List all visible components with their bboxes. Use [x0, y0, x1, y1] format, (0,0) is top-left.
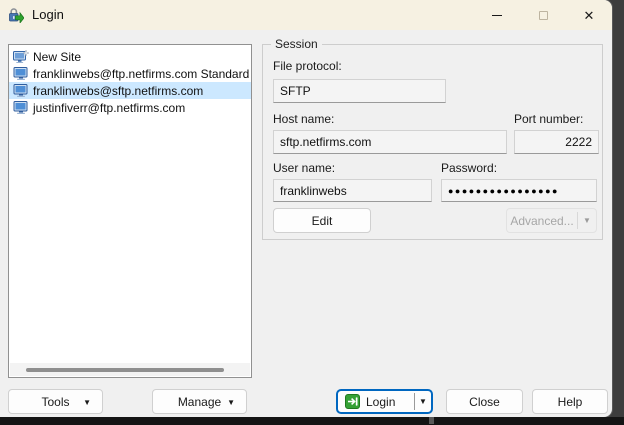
manage-dropdown-icon: ▼: [227, 398, 235, 407]
window-controls: ✕: [474, 0, 612, 30]
site-icon: [13, 84, 29, 98]
site-list-item-franklinwebs-ftp[interactable]: franklinwebs@ftp.netfirms.com Standard F…: [9, 65, 251, 82]
edit-button[interactable]: Edit: [273, 208, 371, 233]
close-button[interactable]: ✕: [566, 0, 612, 30]
screen-backdrop: Login ✕ New Site: [0, 0, 624, 425]
password-label: Password:: [441, 161, 497, 175]
login-dialog: Login ✕ New Site: [0, 0, 612, 417]
login-button-label: Login: [366, 395, 414, 409]
host-name-label: Host name:: [273, 112, 334, 126]
session-group: Session File protocol: SFTP Host name: s…: [262, 44, 603, 240]
host-name-field[interactable]: sftp.netfirms.com: [273, 130, 507, 154]
host-name-value: sftp.netfirms.com: [280, 135, 371, 149]
user-name-label: User name:: [273, 161, 335, 175]
site-list-item-justinfiverr-ftp[interactable]: justinfiverr@ftp.netfirms.com: [9, 99, 251, 116]
login-dropdown-icon[interactable]: ▼: [415, 397, 431, 406]
user-name-value: franklinwebs: [280, 184, 347, 198]
file-protocol-field[interactable]: SFTP: [273, 79, 446, 103]
help-button[interactable]: Help: [532, 389, 608, 414]
minimize-button[interactable]: [474, 0, 520, 30]
session-group-label: Session: [271, 37, 322, 51]
tools-dropdown-icon: ▼: [83, 398, 91, 407]
port-number-field[interactable]: 2222: [514, 130, 599, 154]
login-button[interactable]: Login ▼: [336, 389, 433, 414]
site-icon: [13, 67, 29, 81]
close-button-label: Close: [469, 395, 500, 409]
password-masked-value: ●●●●●●●●●●●●●●●●: [448, 186, 559, 196]
backdrop-bottom-strip: [0, 417, 624, 425]
advanced-dropdown-icon: ▼: [578, 216, 596, 225]
advanced-button-label: Advanced...: [507, 214, 577, 228]
site-label: franklinwebs@sftp.netfirms.com: [33, 84, 203, 98]
horizontal-scrollbar[interactable]: [10, 363, 250, 376]
site-label: franklinwebs@ftp.netfirms.com Standard F…: [33, 67, 251, 81]
site-icon: [13, 101, 29, 115]
minimize-icon: [492, 15, 502, 16]
file-protocol-label: File protocol:: [273, 59, 342, 73]
tools-button[interactable]: Tools ▼: [8, 389, 103, 414]
title-bar: Login ✕: [0, 0, 612, 30]
scrollbar-thumb[interactable]: [26, 368, 224, 372]
close-dialog-button[interactable]: Close: [446, 389, 523, 414]
backdrop-notch: [429, 417, 434, 424]
edit-button-label: Edit: [312, 214, 333, 228]
login-icon: [345, 394, 360, 409]
site-label: justinfiverr@ftp.netfirms.com: [33, 101, 185, 115]
manage-button[interactable]: Manage ▼: [152, 389, 247, 414]
maximize-button: [520, 0, 566, 30]
maximize-icon: [539, 11, 548, 20]
password-field[interactable]: ●●●●●●●●●●●●●●●●: [441, 179, 597, 202]
winscp-lock-icon: [8, 7, 24, 23]
help-button-label: Help: [558, 395, 583, 409]
port-number-value: 2222: [565, 135, 592, 149]
port-number-label: Port number:: [514, 112, 583, 126]
close-icon: ✕: [584, 9, 595, 22]
site-list: New Site franklinwebs@ftp.netfirms.com S…: [8, 44, 252, 378]
site-list-item-franklinwebs-sftp[interactable]: franklinwebs@sftp.netfirms.com: [9, 82, 251, 99]
user-name-field[interactable]: franklinwebs: [273, 179, 432, 202]
advanced-button: Advanced... ▼: [506, 208, 597, 233]
site-list-item-new-site[interactable]: New Site: [9, 48, 251, 65]
window-title: Login: [32, 0, 64, 30]
file-protocol-value: SFTP: [280, 84, 311, 98]
new-site-icon: [13, 50, 29, 64]
site-label: New Site: [33, 50, 81, 64]
